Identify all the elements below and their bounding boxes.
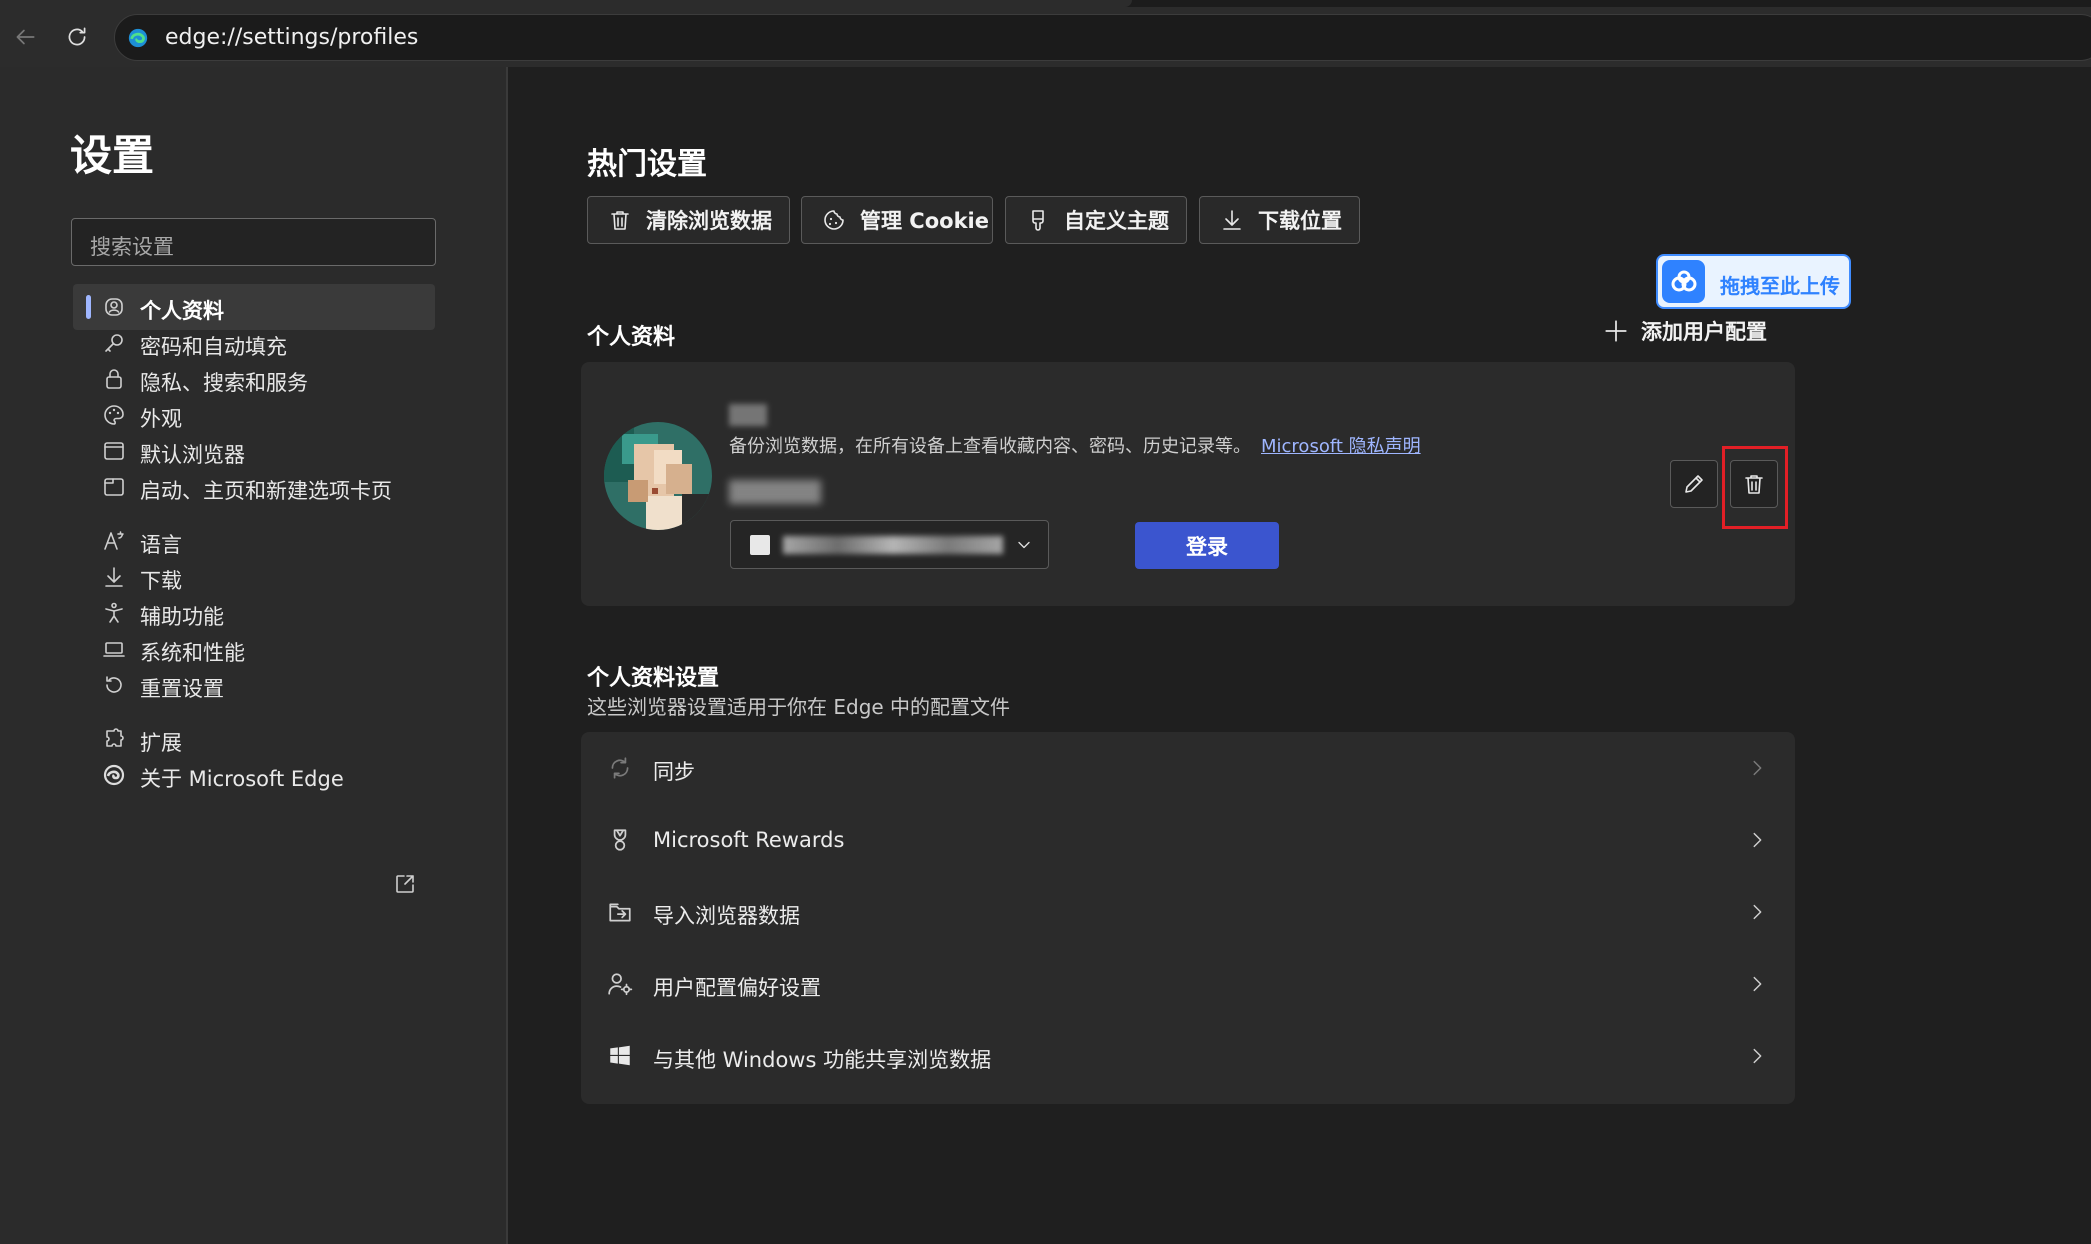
language-icon	[104, 531, 124, 550]
settings-row-profile-preferences[interactable]: 用户配置偏好设置	[581, 948, 1795, 1020]
open-external-icon[interactable]	[393, 872, 417, 896]
row-label: 导入浏览器数据	[653, 904, 800, 928]
upload-label: 拖拽至此上传	[1720, 274, 1840, 298]
reload-icon	[68, 27, 86, 46]
delete-profile-button[interactable]	[1730, 460, 1778, 508]
profile-card: 备份浏览数据，在所有设备上查看收藏内容、密码、历史记录等。 Microsoft 隐…	[581, 362, 1795, 606]
brush-icon	[1032, 210, 1044, 231]
address-bar[interactable]: edge://settings/profiles	[114, 14, 2091, 61]
row-label: Microsoft Rewards	[653, 828, 845, 852]
import-icon	[609, 903, 631, 922]
button-label: 清除浏览数据	[646, 209, 772, 233]
sign-in-button[interactable]: 登录	[1135, 522, 1279, 569]
windows-icon	[610, 1045, 630, 1066]
trophy-icon	[613, 829, 627, 851]
plus-icon	[1605, 320, 1627, 342]
puzzle-icon	[106, 728, 124, 747]
sidebar-item-startup[interactable]: 启动、主页和新建选项卡页	[73, 464, 435, 510]
button-label: 自定义主题	[1064, 209, 1169, 233]
chevron-right-icon	[1753, 832, 1762, 848]
search-input[interactable]: 搜索设置	[71, 218, 436, 266]
user-settings-icon	[608, 973, 633, 996]
settings-row-windows-sharing[interactable]: 与其他 Windows 功能共享浏览数据	[581, 1020, 1795, 1092]
edge-logo-icon	[128, 28, 148, 48]
download-icon	[1223, 210, 1241, 230]
section-subtitle: 这些浏览器设置适用于你在 Edge 中的配置文件	[587, 695, 1011, 719]
sidebar-item-label: 重置设置	[140, 677, 224, 701]
reset-icon	[106, 676, 122, 693]
active-indicator	[86, 295, 91, 319]
add-profile-label: 添加用户配置	[1641, 320, 1767, 344]
settings-row-sync[interactable]: 同步	[581, 732, 1795, 804]
pencil-icon	[1685, 475, 1703, 493]
section-title-popular: 热门设置	[587, 147, 707, 182]
privacy-statement-link[interactable]: Microsoft 隐私声明	[1261, 436, 1421, 457]
account-icon	[750, 535, 770, 555]
laptop-icon	[103, 642, 125, 657]
row-label: 用户配置偏好设置	[653, 976, 821, 1000]
add-profile-button[interactable]: 添加用户配置	[1603, 316, 1767, 346]
chevron-right-icon	[1753, 904, 1762, 920]
clear-browsing-data-button[interactable]: 清除浏览数据	[587, 196, 790, 244]
active-tab[interactable]	[0, 0, 1132, 7]
browser-window-icon	[104, 442, 124, 460]
manage-cookies-button[interactable]: 管理 Cookie	[801, 196, 993, 244]
section-title-profiles: 个人资料	[587, 325, 676, 350]
profile-settings-list: 同步 Microsoft Rewards 导入浏览器数据 用户配置偏好设置 与其…	[581, 732, 1795, 1104]
sidebar-item-label: 启动、主页和新建选项卡页	[140, 479, 392, 503]
row-label: 与其他 Windows 功能共享浏览数据	[653, 1048, 992, 1072]
sidebar-item-reset[interactable]: 重置设置	[73, 662, 435, 708]
row-label: 同步	[653, 760, 695, 784]
url-text[interactable]: edge://settings/profiles	[165, 25, 418, 50]
palette-icon	[104, 405, 124, 425]
profile-icon	[105, 298, 123, 316]
trash-icon	[1745, 475, 1763, 494]
settings-content: 热门设置 清除浏览数据 管理 Cookie 自定义主题 下载位置 拖拽至此上传 …	[510, 67, 2091, 1244]
page-title: 设置	[70, 131, 155, 180]
customize-theme-button[interactable]: 自定义主题	[1005, 196, 1187, 244]
settings-row-import[interactable]: 导入浏览器数据	[581, 876, 1795, 948]
sidebar-item-about[interactable]: 关于 Microsoft Edge	[73, 752, 435, 798]
sync-icon	[611, 757, 629, 779]
accessibility-icon	[105, 602, 123, 623]
download-icon	[105, 567, 123, 587]
profile-account-redacted	[729, 480, 821, 504]
account-dropdown[interactable]	[730, 520, 1049, 569]
account-email-redacted	[783, 536, 1003, 554]
chevron-right-icon	[1753, 976, 1762, 992]
home-tab-icon	[104, 478, 124, 496]
drag-upload-widget[interactable]: 拖拽至此上传	[1656, 254, 1851, 309]
avatar[interactable]	[604, 422, 712, 530]
browser-toolbar: edge://settings/profiles	[0, 0, 2091, 67]
reload-button[interactable]	[60, 20, 94, 54]
cookie-icon	[824, 210, 844, 230]
trash-icon	[611, 211, 629, 230]
lock-icon	[106, 369, 122, 389]
settings-row-rewards[interactable]: Microsoft Rewards	[581, 804, 1795, 876]
button-label: 下载位置	[1258, 209, 1342, 233]
arrow-left-icon	[16, 29, 35, 45]
back-button[interactable]	[8, 20, 42, 54]
section-title-profile-settings: 个人资料设置	[587, 666, 720, 691]
button-label: 管理 Cookie	[860, 209, 989, 233]
settings-sidebar: 设置 搜索设置 个人资料 密码和自动填充 隐私、搜索和服务 外观 默认浏览器 启…	[0, 67, 508, 1244]
profile-name-redacted	[729, 404, 767, 426]
description-text: 备份浏览数据，在所有设备上查看收藏内容、密码、历史记录等。	[729, 436, 1251, 457]
cloud-icon	[1662, 260, 1705, 303]
chevron-right-icon	[1753, 1048, 1762, 1064]
edge-logo-icon	[103, 764, 125, 786]
key-icon	[105, 334, 123, 352]
download-location-button[interactable]: 下载位置	[1199, 196, 1360, 244]
edit-profile-button[interactable]	[1670, 460, 1718, 508]
chevron-down-icon	[1018, 541, 1030, 549]
profile-description: 备份浏览数据，在所有设备上查看收藏内容、密码、历史记录等。 Microsoft 隐…	[729, 432, 1421, 458]
chevron-right-icon	[1753, 760, 1762, 776]
sidebar-item-label: 关于 Microsoft Edge	[140, 767, 344, 791]
